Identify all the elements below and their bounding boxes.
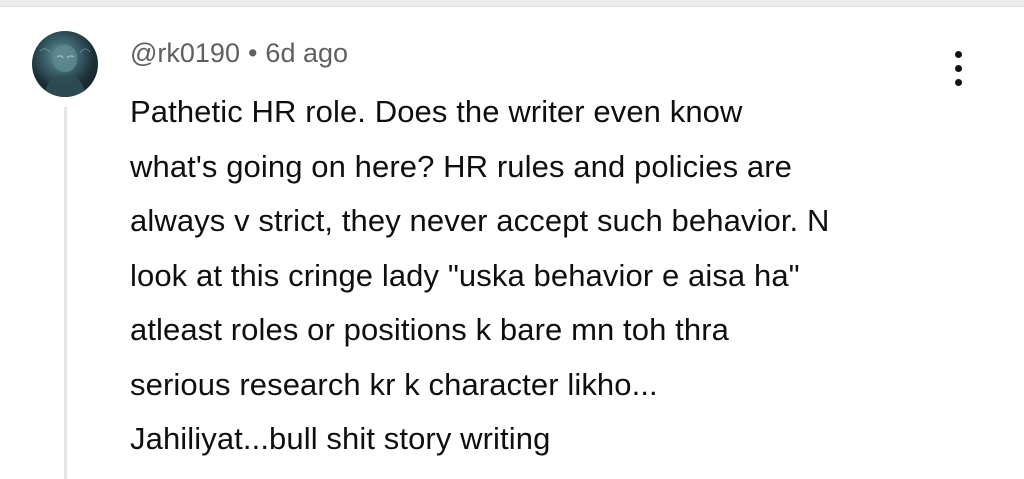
kebab-dot <box>955 79 962 86</box>
comment-body-line: look at this cringe lady "uska behavior … <box>130 257 800 293</box>
comment: @rk0190 • 6d ago Pathetic HR role. Does th… <box>0 7 1024 479</box>
comment-body-line: atleast roles or positions k bare mn toh… <box>130 312 729 347</box>
avatar-image <box>39 45 91 97</box>
comment-body-line: Jahiliyat...bull shit story writing <box>130 421 551 456</box>
comment-timestamp[interactable]: 6d ago <box>265 38 348 68</box>
comment-body-line: what's going on here? HR rules and polic… <box>130 148 792 184</box>
thread-line <box>64 107 67 479</box>
author-handle[interactable]: @rk0190 <box>130 38 240 68</box>
avatar[interactable] <box>32 31 98 97</box>
comment-body: Pathetic HR role. Does the writer even k… <box>130 85 950 467</box>
comment-body-line: Pathetic HR role. Does the writer even k… <box>130 94 743 129</box>
kebab-dot <box>955 51 962 58</box>
comment-meta: @rk0190 • 6d ago <box>130 37 348 69</box>
comment-body-line: always v strict, they never accept such … <box>130 203 830 238</box>
meta-separator: • <box>247 38 258 68</box>
top-divider <box>0 0 1024 7</box>
comment-body-line: serious research kr k character likho... <box>130 366 658 402</box>
kebab-dot <box>955 65 962 72</box>
